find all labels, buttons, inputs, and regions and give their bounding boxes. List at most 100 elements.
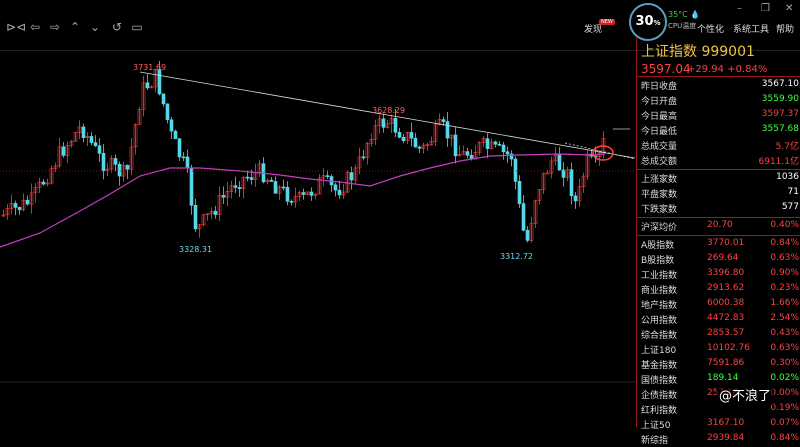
count-row[interactable]: 平盘家数 71: [637, 186, 800, 201]
cpu-usage-gauge: 30%: [629, 3, 667, 41]
candle: [409, 132, 414, 139]
index-row[interactable]: 上证180 10102.76 0.63%: [637, 342, 800, 357]
index-row[interactable]: 新综指 2939.84 0.84%: [637, 432, 800, 447]
quote-panel: 上证指数 999001 3597.04 +29.94 +0.84% 昨日收盘 35…: [636, 38, 800, 446]
row-label: 企债指数: [641, 391, 678, 401]
forward-icon[interactable]: ⇨: [48, 20, 62, 34]
candle: [505, 151, 510, 155]
row-label: 总成交额: [641, 157, 678, 167]
drop-icon: 💧: [690, 10, 701, 19]
candle: [401, 137, 406, 142]
candle: [413, 137, 418, 148]
avg-row[interactable]: 沪深均价 20.70 0.40%: [637, 219, 800, 234]
stat-row[interactable]: 今日开盘 3559.90: [637, 93, 800, 108]
row-label: 总成交量: [641, 142, 678, 152]
candlestick-chart[interactable]: 3731.69 3628.29 3328.31 3312.72: [0, 51, 635, 427]
row-value: 577: [781, 202, 799, 212]
candle: [273, 181, 278, 194]
index-row[interactable]: 商业指数 2913.62 0.23%: [637, 282, 800, 297]
row-percent: 0.90%: [770, 268, 799, 278]
row-label: 基金指数: [641, 361, 678, 371]
candle: [61, 146, 66, 156]
row-label: 上涨家数: [641, 175, 678, 185]
candle: [17, 207, 22, 211]
candle: [285, 186, 290, 202]
row-value: 3597.37: [761, 109, 799, 119]
candle: [237, 187, 242, 189]
back-icon[interactable]: ⇦: [28, 20, 42, 34]
candle: [213, 210, 218, 215]
new-badge: NEW: [599, 19, 615, 25]
maximize-icon[interactable]: ❐: [761, 3, 770, 14]
candle: [289, 201, 294, 203]
menu-system-tools[interactable]: 系统工具: [733, 22, 769, 35]
stat-row[interactable]: 总成交量 5.7亿: [637, 138, 800, 153]
row-percent: 1.66%: [770, 298, 799, 308]
index-row[interactable]: A股指数 3770.01 0.84%: [637, 237, 800, 252]
label-high-2: 3628.29: [372, 106, 405, 115]
label-high-1: 3731.69: [133, 63, 166, 72]
candle: [113, 158, 118, 165]
row-percent: 0.43%: [770, 328, 799, 338]
minimize-icon[interactable]: –: [737, 3, 742, 14]
candle: [493, 141, 498, 145]
index-row[interactable]: 综合指数 2853.57 0.43%: [637, 327, 800, 342]
index-row[interactable]: B股指数 269.64 0.63%: [637, 252, 800, 267]
index-row[interactable]: 基金指数 7591.86 0.30%: [637, 357, 800, 372]
candle: [245, 176, 250, 179]
page-up-icon[interactable]: ⌃: [68, 20, 82, 34]
candle: [545, 172, 550, 175]
candle: [281, 186, 286, 189]
candle: [381, 118, 386, 128]
candle: [525, 229, 530, 241]
settings-icon[interactable]: ▭: [130, 20, 144, 34]
candle: [573, 195, 578, 202]
index-title: 上证指数 999001: [641, 44, 755, 60]
index-row[interactable]: 地产指数 6000.38 1.66%: [637, 297, 800, 312]
row-label: 今日最高: [641, 112, 678, 122]
index-row[interactable]: 工业指数 3396.80 0.90%: [637, 267, 800, 282]
row-label: 商业指数: [641, 286, 678, 296]
current-price: 3597.04: [641, 62, 691, 76]
index-row[interactable]: 公用指数 4472.83 2.54%: [637, 312, 800, 327]
index-row[interactable]: 上证50 3167.10 0.07%: [637, 417, 800, 432]
menu-help[interactable]: 帮助: [776, 22, 794, 35]
stat-row[interactable]: 昨日收盘 3567.10: [637, 78, 800, 93]
row-percent: 0.84%: [770, 238, 799, 248]
row-value: 5.7亿: [775, 142, 799, 152]
page-down-icon[interactable]: ⌄: [88, 20, 102, 34]
row-value: 189.14: [707, 373, 739, 383]
row-percent: 0.00%: [770, 388, 799, 398]
candle: [397, 132, 402, 138]
undo-icon[interactable]: ↺: [110, 20, 124, 34]
candle: [221, 195, 226, 198]
row-value: 71: [787, 187, 799, 197]
count-row[interactable]: 上涨家数 1036: [637, 171, 800, 186]
candle: [81, 126, 86, 138]
row-value: 6911.1亿: [758, 157, 800, 167]
candle: [349, 172, 354, 181]
trend-line: [139, 71, 635, 159]
candle: [173, 130, 178, 140]
row-percent: 0.84%: [770, 433, 799, 443]
row-label: 上证50: [641, 421, 671, 431]
row-label: 沪深均价: [641, 223, 678, 233]
candle: [13, 203, 18, 208]
count-row[interactable]: 下跌家数 577: [637, 201, 800, 216]
candle: [97, 145, 102, 154]
candle: [101, 153, 106, 171]
stat-row[interactable]: 今日最高 3597.37: [637, 108, 800, 123]
close-icon[interactable]: ✕: [785, 3, 793, 14]
row-value: 3770.01: [707, 238, 745, 248]
stat-row[interactable]: 总成交额 6911.1亿: [637, 153, 800, 168]
split-view-icon[interactable]: ⊳⊲: [6, 20, 26, 34]
candle: [181, 156, 186, 159]
candle: [249, 177, 254, 180]
row-value: 3567.10: [761, 79, 799, 89]
candle: [177, 138, 182, 158]
candle: [125, 165, 130, 170]
candle: [497, 143, 502, 146]
row-value: 3557.68: [761, 124, 799, 134]
stat-row[interactable]: 今日最低 3557.68: [637, 123, 800, 138]
menu-personalize[interactable]: 个性化: [697, 22, 724, 35]
